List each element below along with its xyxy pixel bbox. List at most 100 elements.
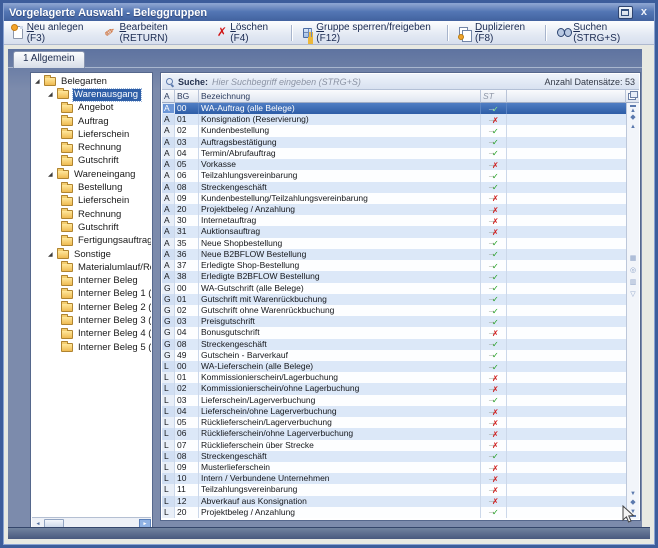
table-row[interactable]: G04Bonusgutschrift [162,327,626,338]
tree-item[interactable]: Lieferschein [32,195,151,208]
tree-item[interactable]: Rechnung [32,208,151,221]
toolbar-separator [447,25,449,41]
table-row[interactable]: L06Rücklieferschein/ohne Lagerverbuchung [162,428,626,439]
table-row[interactable]: A01Konsignation (Reservierung) [162,114,626,125]
tree-item[interactable]: Gutschrift [32,221,151,234]
scrollbar-marker-filter-icon[interactable]: ▽ [627,289,639,301]
table-row[interactable]: G08Streckengeschäft [162,339,626,350]
new-button[interactable]: Neu anlegen (F3) [8,20,98,46]
column-chooser-icon[interactable] [626,90,639,103]
tab-allgemein[interactable]: 1 Allgemein [13,51,85,68]
table-row[interactable]: L10Intern / Verbundene Unternehmen [162,473,626,484]
tree-item[interactable]: ◢Sonstige [32,248,151,261]
table-row[interactable]: G02Gutschrift ohne Warenrückbuchung [162,305,626,316]
tree-item[interactable]: Gutschrift [32,155,151,168]
status-blocked-icon [487,205,500,215]
tree-expander-icon[interactable]: ◢ [48,91,57,99]
scrollbar-marker-grid-icon[interactable]: ▦ [627,253,639,265]
scrollbar-marker-zoom-icon[interactable]: ◎ [627,265,639,277]
column-header-name[interactable]: Bezeichnung [199,90,481,103]
table-row[interactable]: L00WA-Lieferschein (alle Belege) [162,361,626,372]
table-row[interactable]: A05Vorkasse [162,159,626,170]
table-row[interactable]: A31Auktionsauftrag [162,226,626,237]
table-row[interactable]: G01Gutschrift mit Warenrückbuchung [162,294,626,305]
table-row[interactable]: A20Projektbeleg / Anzahlung [162,204,626,215]
tree-item[interactable]: Bestellung [32,181,151,194]
table-row[interactable]: L07Rücklieferschein über Strecke [162,440,626,451]
table-row[interactable]: A04Termin/Abrufauftrag [162,148,626,159]
column-header-st[interactable]: ST [481,90,507,103]
table-row[interactable]: G49Gutschein - Barverkauf [162,350,626,361]
column-header-bg[interactable]: BG [175,90,199,103]
table-row[interactable]: L20Projektbeleg / Anzahlung [162,507,626,518]
window-title: Vorgelagerte Auswahl - Beleggruppen [9,7,207,19]
tree-item[interactable]: Interner Beleg [32,274,151,287]
table-row[interactable]: A38Erledigte B2BFLOW Bestellung [162,271,626,282]
table-row[interactable]: G03Preisgutschrift [162,316,626,327]
tree-expander-icon[interactable]: ◢ [48,171,57,179]
search-label: Suche: [178,77,208,87]
close-window-icon[interactable]: x [639,7,649,18]
table-row[interactable]: A03Auftragsbestätigung [162,137,626,148]
table-row[interactable]: L12Abverkauf aus Konsignation [162,496,626,507]
tree-item[interactable]: ◢Belegarten [32,75,151,88]
table-row[interactable]: A02Kundenbestellung [162,125,626,136]
scroll-to-top-icon[interactable]: ▲ [630,105,636,114]
tree-item[interactable]: Interner Beleg 1 (PPS) [32,288,151,301]
table-row[interactable]: L02Kommissionierschein/ohne Lagerbuchung [162,383,626,394]
scroll-up-icon[interactable]: ▲ [627,123,639,132]
tree-item[interactable]: ◢Wareneingang [32,168,151,181]
document-groups-grid: Suche: Anzahl Datensätze: 53 A BG Bezeic… [160,72,641,521]
table-row[interactable]: A08Streckengeschäft [162,182,626,193]
tree-item[interactable]: Fertigungsauftrag (PPS) [32,235,151,248]
tree-item[interactable]: Lieferschein [32,128,151,141]
scroll-down-icon[interactable]: ▼ [627,490,639,499]
folder-icon [61,184,73,193]
group-lock-button[interactable]: Gruppe sperren/freigeben (F12) [298,20,443,46]
edit-button[interactable]: Bearbeiten (RETURN) [100,20,210,46]
grid-vertical-scrollbar[interactable]: ▲ ◆ ▲ ▦ ◎ ▥ ▽ ▼ ◆ ▼ [626,103,639,519]
tree-item[interactable]: ◢Warenausgang [32,88,151,101]
table-row[interactable]: A35Neue Shopbestellung [162,238,626,249]
table-row[interactable]: A36Neue B2BFLOW Bestellung [162,249,626,260]
status-blocked-icon [487,474,500,484]
table-row[interactable]: A37Erledigte Shop-Bestellung [162,260,626,271]
table-row[interactable]: G00WA-Gutschrift (alle Belege) [162,283,626,294]
tree-item[interactable]: Rechnung [32,141,151,154]
tree-expander-icon[interactable]: ◢ [48,251,57,259]
folder-icon [61,277,73,286]
tree-expander-icon[interactable]: ◢ [35,78,44,86]
folder-icon [61,130,73,139]
status-ok-icon [487,249,500,259]
mouse-cursor [620,505,636,525]
tree-item[interactable]: Angebot [32,102,151,115]
search-button[interactable]: Suchen (STRG+S) [552,20,650,46]
table-row[interactable]: A06Teilzahlungsvereinbarung [162,170,626,181]
toolbar-separator [545,25,547,41]
table-row[interactable]: L01Kommissionierschein/Lagerbuchung [162,372,626,383]
table-row[interactable]: L09Musterlieferschein [162,462,626,473]
scroll-pan-icon[interactable]: ◆ [627,114,639,123]
table-row[interactable]: A09Kundenbestellung/Teilzahlungsvereinba… [162,193,626,204]
status-ok-icon [487,294,500,304]
status-blocked-icon [487,418,500,428]
table-row[interactable]: L08Streckengeschäft [162,451,626,462]
table-row[interactable]: L05Rücklieferschein/Lagerverbuchung [162,417,626,428]
tree-item[interactable]: Materialumlauf/Reparatur [32,261,151,274]
table-row[interactable]: A00WA-Auftrag (alle Belege) [162,103,626,114]
restore-window-icon[interactable] [618,6,633,19]
table-row[interactable]: A30Internetauftrag [162,215,626,226]
search-input[interactable] [212,77,540,87]
tree-item[interactable]: Interner Beleg 2 (PPS) [32,301,151,314]
table-row[interactable]: L11Teilzahlungsvereinbarung [162,484,626,495]
table-row[interactable]: L04Lieferschein/ohne Lagerverbuchung [162,406,626,417]
tree-item[interactable]: Interner Beleg 5 (PPS) [32,341,151,354]
column-header-a[interactable]: A [162,90,175,103]
delete-button[interactable]: Löschen (F4) [212,20,286,46]
tree-item[interactable]: Auftrag [32,115,151,128]
table-row[interactable]: L03Lieferschein/Lagerverbuchung [162,395,626,406]
tree-item[interactable]: Interner Beleg 3 (PPS) [32,314,151,327]
duplicate-button[interactable]: Duplizieren (F8) [454,20,540,46]
scrollbar-marker-rows-icon[interactable]: ▥ [627,277,639,289]
tree-item[interactable]: Interner Beleg 4 (PPS) [32,328,151,341]
